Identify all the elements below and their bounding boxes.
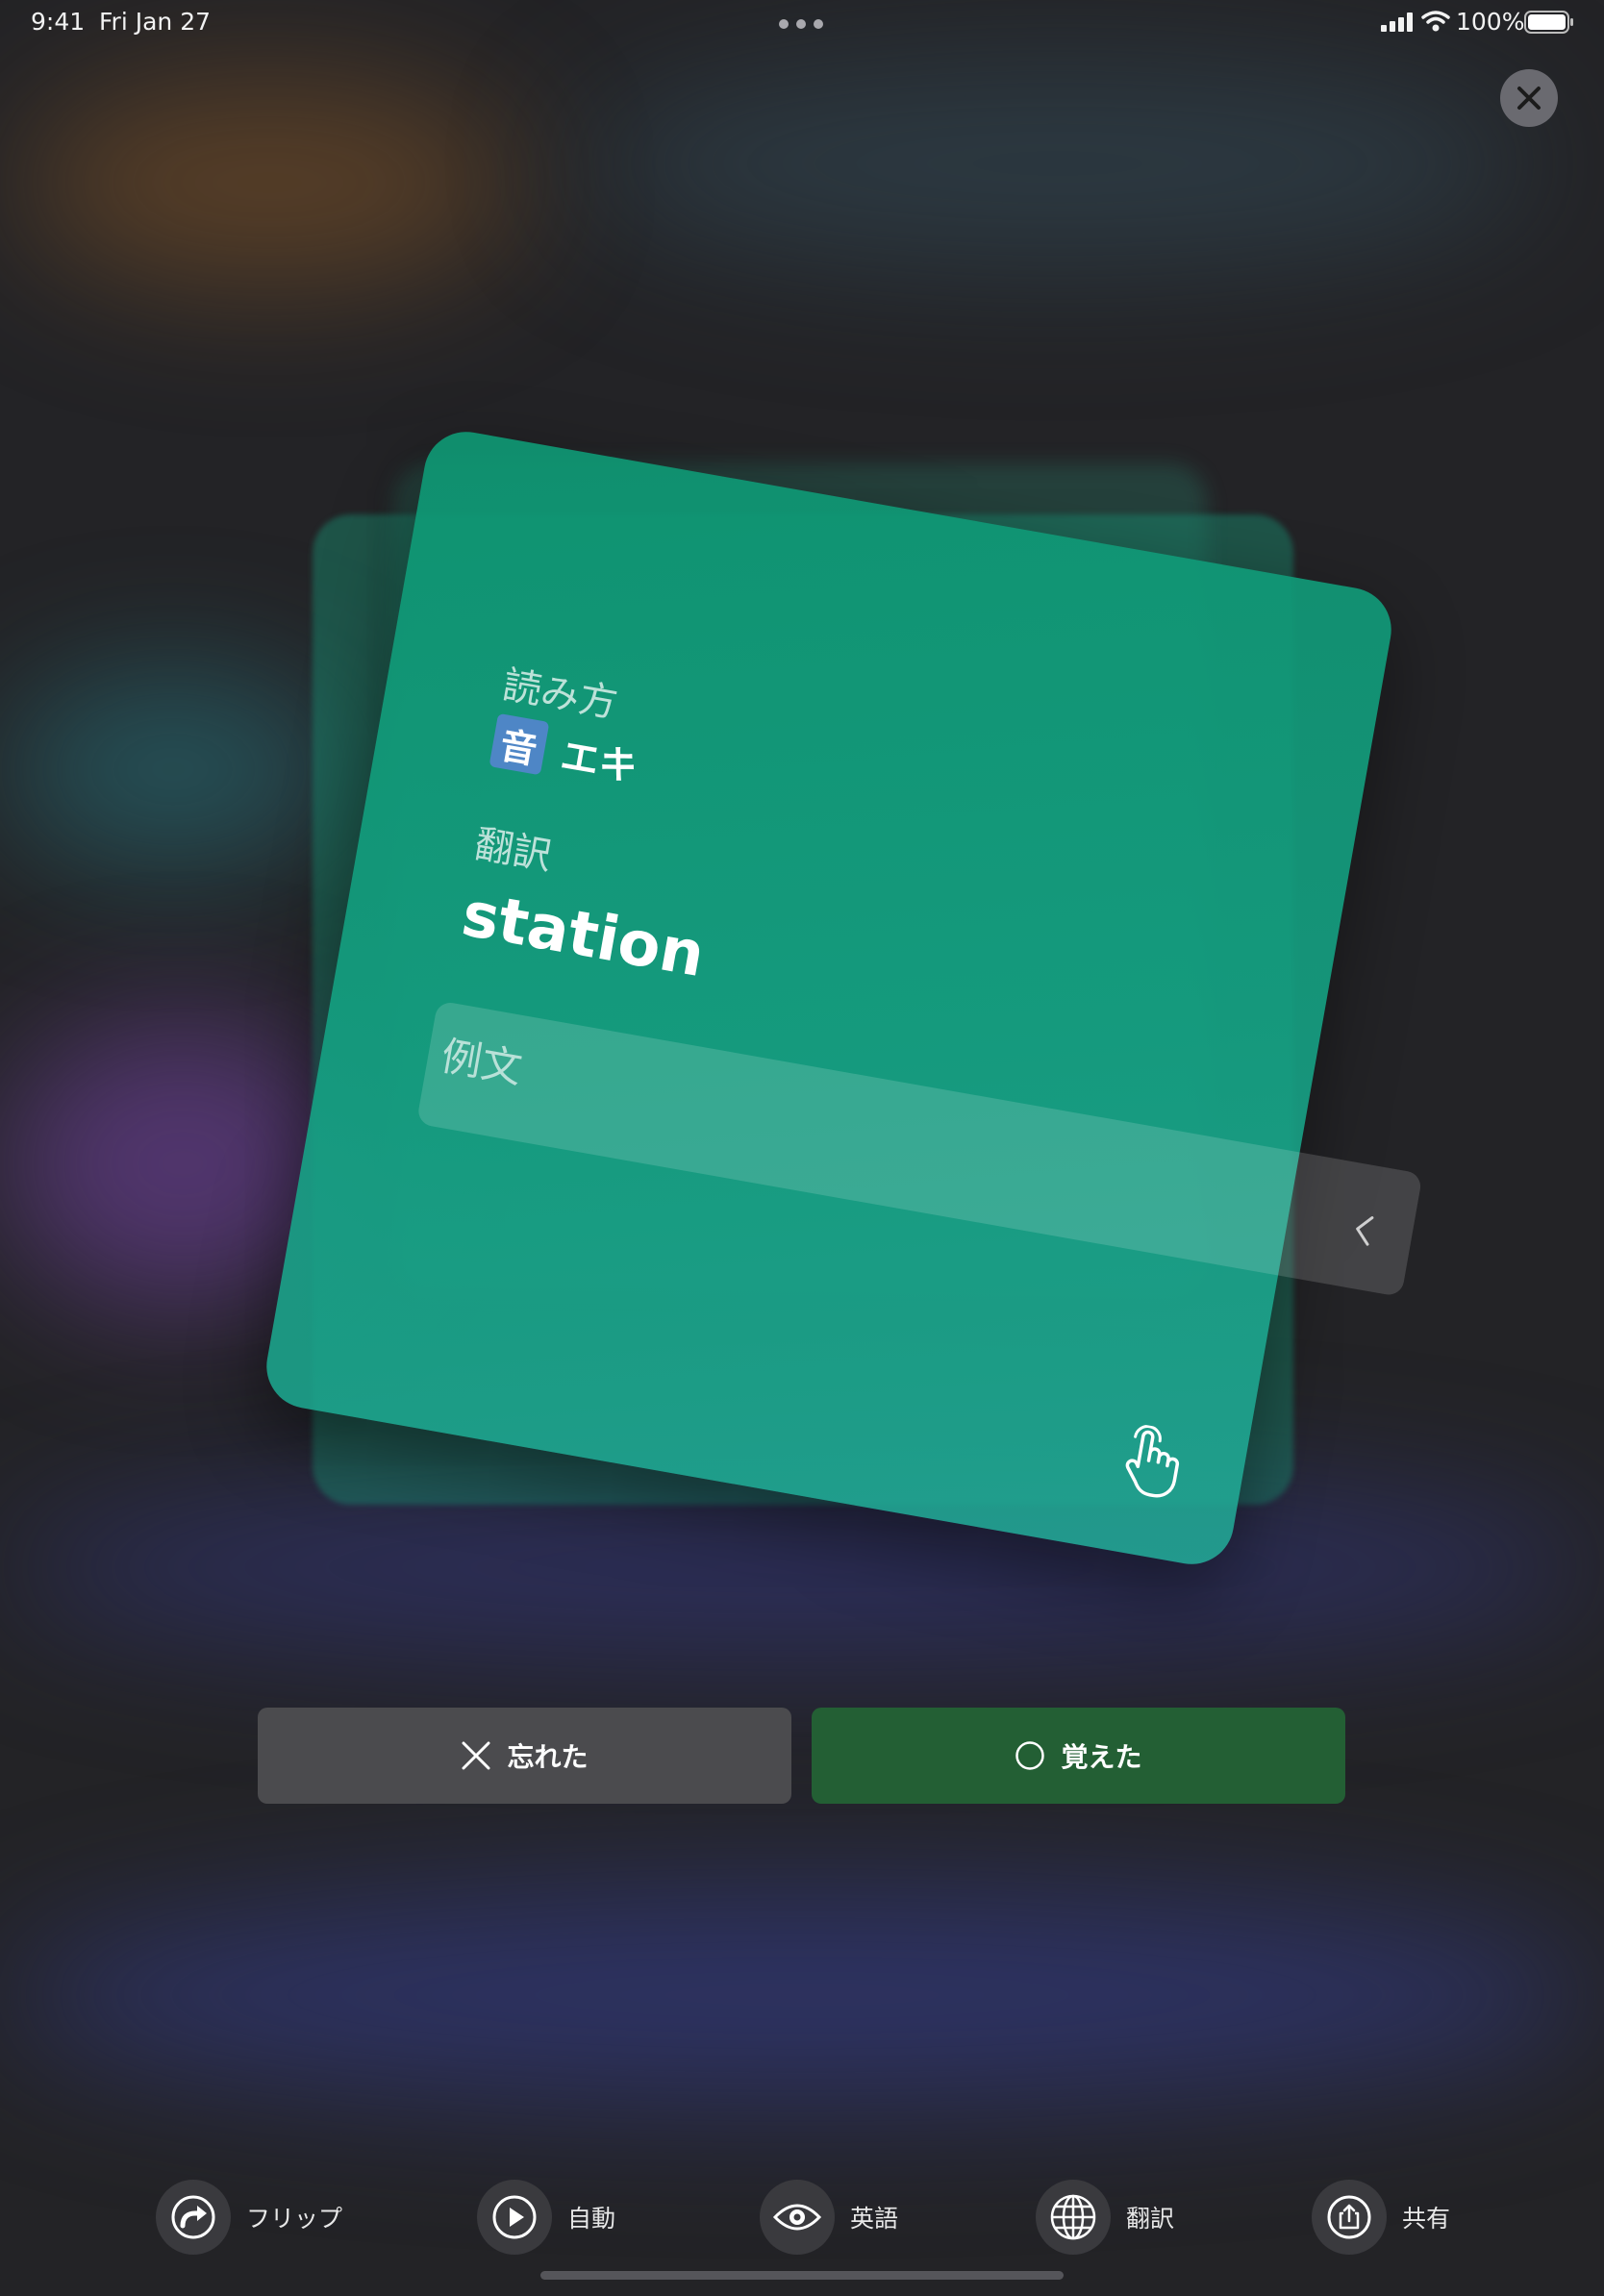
example-label: 例文 (438, 1032, 526, 1093)
battery-percentage: 100% (1456, 8, 1525, 36)
toolbar-english-button[interactable]: 英語 (760, 2179, 898, 2256)
multitasking-dots[interactable] (779, 19, 823, 29)
toolbar-share-button[interactable]: 共有 (1312, 2179, 1450, 2256)
toolbar-share-label: 共有 (1402, 2205, 1451, 2233)
forgot-button[interactable]: 忘れた (258, 1708, 791, 1804)
background-blur (0, 1884, 1604, 2106)
forgot-label: 忘れた (507, 1741, 589, 1773)
background-blur (0, 673, 346, 865)
reading-row: 音 エキ (489, 712, 642, 793)
flip-icon (156, 2180, 231, 2255)
remembered-label: 覚えた (1061, 1741, 1142, 1773)
example-sentence-box[interactable]: 例文 (415, 1000, 1423, 1298)
globe-icon (1036, 2180, 1111, 2255)
tap-hand-icon (1125, 1425, 1179, 1498)
play-icon (477, 2180, 552, 2255)
status-time: 9:41 (31, 8, 86, 36)
wifi-icon (1421, 11, 1450, 32)
status-bar: 9:41 Fri Jan 27 100% (0, 0, 1604, 46)
toolbar-auto-label: 自動 (567, 2205, 616, 2233)
on-reading-badge: 音 (489, 712, 550, 776)
background-blur (19, 77, 519, 288)
x-icon (461, 1740, 491, 1771)
background-blur (577, 58, 1539, 269)
toolbar-auto-button[interactable]: 自動 (477, 2179, 615, 2256)
remembered-button[interactable]: 覚えた (812, 1708, 1345, 1804)
reading-value: エキ (557, 734, 641, 791)
toolbar-flip-button[interactable]: フリップ (156, 2179, 342, 2256)
toolbar-english-label: 英語 (850, 2205, 899, 2233)
circle-icon (1015, 1740, 1045, 1771)
eye-icon (760, 2180, 835, 2255)
toolbar-translation-label: 翻訳 (1126, 2205, 1175, 2233)
translation-value: station (456, 879, 710, 992)
flashcard[interactable]: 読み方 音 エキ 翻訳 station 例文 (260, 425, 1423, 1571)
status-date: Fri Jan 27 (99, 8, 212, 36)
translation-label: 翻訳 (471, 822, 556, 880)
home-indicator[interactable] (540, 2271, 1064, 2280)
battery-icon (1524, 11, 1573, 34)
close-button[interactable] (1500, 69, 1558, 127)
cellular-signal-icon (1381, 12, 1413, 32)
chevron-left-icon[interactable] (1350, 1211, 1377, 1249)
share-icon (1312, 2180, 1387, 2255)
toolbar-translation-button[interactable]: 翻訳 (1036, 2179, 1174, 2256)
close-icon (1517, 87, 1541, 110)
toolbar-flip-label: フリップ (246, 2205, 343, 2233)
